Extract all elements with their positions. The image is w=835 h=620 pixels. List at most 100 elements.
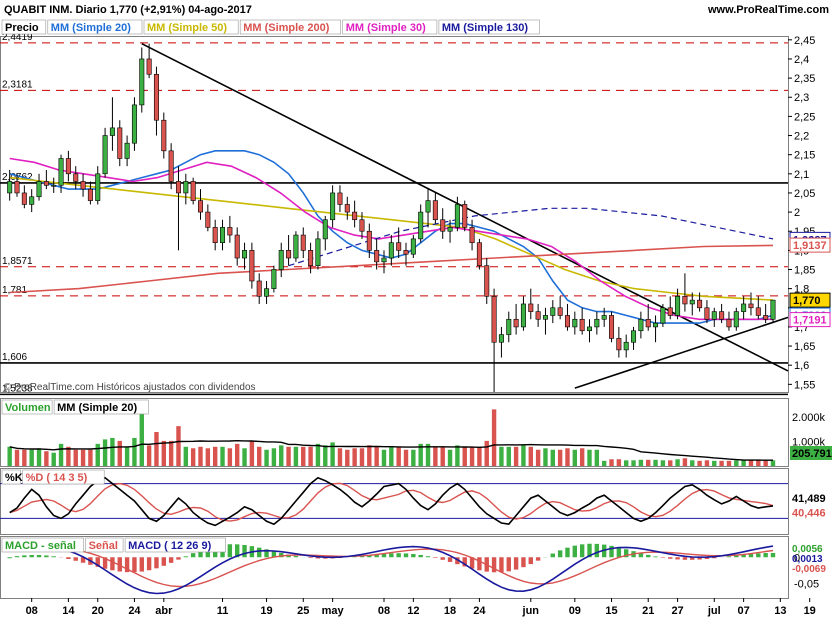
- x-tick-label: 13: [774, 605, 786, 617]
- level-label: 1,781: [2, 285, 27, 296]
- macd-histogram-bar: [176, 557, 181, 560]
- chart-canvas: 2,452,42,352,32,252,22,152,12,0521,951,9…: [0, 19, 832, 617]
- legend-label: MM (Simple 200): [243, 22, 330, 34]
- volume-bar: [491, 409, 497, 466]
- candle-body: [770, 299, 776, 320]
- candle-body: [337, 192, 343, 205]
- macd-histogram-bar: [528, 557, 533, 565]
- volume-bar: [462, 446, 467, 466]
- panel-frame: [0, 468, 789, 535]
- volume-bar: [550, 449, 556, 466]
- y-tick-label: 1,55: [794, 379, 815, 391]
- legend-label: %D ( 14 3 5): [26, 472, 88, 484]
- y-tick-label: 2,45: [794, 35, 815, 47]
- volume-bar: [389, 446, 394, 466]
- legend-label: Volumen: [5, 402, 51, 414]
- volume-bar: [257, 446, 262, 466]
- legend-label: MACD - señal: [5, 540, 76, 552]
- x-tick-label: abr: [155, 605, 173, 617]
- candle-body: [741, 303, 747, 312]
- volume-bar: [557, 449, 563, 466]
- candle-body: [498, 334, 504, 343]
- macd-histogram-bar: [572, 545, 578, 558]
- macd-histogram-bar: [756, 553, 761, 558]
- candle-body: [278, 250, 284, 270]
- volume-bar: [675, 459, 680, 466]
- volume-bar: [601, 460, 607, 466]
- candle-body: [557, 307, 563, 316]
- volume-bar: [543, 448, 548, 466]
- candle-body: [51, 184, 57, 187]
- volume-bar: [668, 460, 673, 466]
- volume-bar: [609, 459, 614, 466]
- volume-bar: [22, 449, 27, 466]
- macd-histogram-bar: [139, 557, 144, 572]
- x-tick-label: 20: [92, 605, 104, 617]
- macd-histogram-bar: [513, 557, 519, 570]
- candle-body: [286, 250, 292, 259]
- candle-body: [572, 318, 578, 328]
- macd-histogram-bar: [660, 557, 666, 558]
- volume-bar: [102, 439, 108, 466]
- candle-body: [623, 341, 629, 351]
- price-tag-label: 1,770: [793, 295, 821, 307]
- volume-bar: [484, 440, 489, 466]
- macd-histogram-bar: [389, 553, 394, 558]
- candle-body: [689, 299, 695, 305]
- volume-bar: [396, 446, 401, 466]
- macd-tag-label: -0,0069: [792, 564, 826, 575]
- x-tick-label: 14: [62, 605, 75, 617]
- volume-bar: [440, 446, 445, 466]
- volume-bar: [587, 449, 592, 466]
- candle-body: [65, 158, 71, 175]
- volume-bar: [528, 446, 533, 466]
- candle-body: [601, 315, 607, 320]
- macd-histogram-bar: [22, 555, 27, 558]
- watermark: © ProRealTime.com Históricos ajustados c…: [4, 382, 256, 393]
- volume-bar: [315, 443, 321, 466]
- volume-bar: [367, 445, 372, 466]
- volume-bar: [756, 460, 761, 466]
- volume-bar: [646, 459, 651, 466]
- x-tick-label: 15: [605, 605, 617, 617]
- candle-body: [374, 250, 380, 263]
- volume-bar: [36, 448, 42, 466]
- volume-bar: [690, 460, 695, 466]
- chart-window: QUABIT INM. Diario 1,770 (+2,91%) 04-ago…: [0, 0, 835, 620]
- volume-bar: [403, 449, 409, 466]
- candle-body: [719, 311, 725, 320]
- volume-bar: [712, 460, 717, 466]
- volume-bar: [741, 460, 746, 466]
- macd-histogram-bar: [433, 557, 438, 558]
- candle-body: [95, 173, 101, 201]
- x-tick-label: 09: [569, 605, 581, 617]
- x-tick-label: 24: [473, 605, 486, 617]
- macd-histogram-bar: [36, 555, 42, 558]
- legend-label: %K: [5, 472, 23, 484]
- candle-body: [80, 181, 86, 190]
- macd-histogram-bar: [293, 556, 299, 558]
- volume-bar: [249, 440, 255, 466]
- macd-histogram-bar: [7, 557, 12, 559]
- candle-body: [388, 242, 394, 259]
- macd-histogram-bar: [411, 554, 416, 558]
- candle-body: [197, 200, 204, 213]
- candle-body: [579, 318, 585, 332]
- candle-body: [491, 296, 497, 343]
- volume-bar: [770, 460, 776, 466]
- x-tick-label: may: [322, 605, 345, 617]
- macd-histogram-bar: [403, 553, 409, 558]
- candle-body: [366, 230, 372, 251]
- candle-body: [102, 135, 108, 175]
- y-tick-label: 2,4: [794, 54, 809, 66]
- volume-bar: [132, 437, 137, 466]
- candle-body: [293, 234, 299, 259]
- macd-histogram-bar: [190, 553, 196, 558]
- macd-histogram-bar: [565, 547, 570, 558]
- y-tick-label: 1,6: [794, 360, 809, 372]
- volume-bar: [411, 449, 416, 466]
- macd-histogram-bar: [168, 557, 174, 563]
- volume-bar: [352, 448, 357, 466]
- macd-histogram-bar: [646, 554, 651, 558]
- legend-label: MM (Simple 50): [147, 22, 227, 34]
